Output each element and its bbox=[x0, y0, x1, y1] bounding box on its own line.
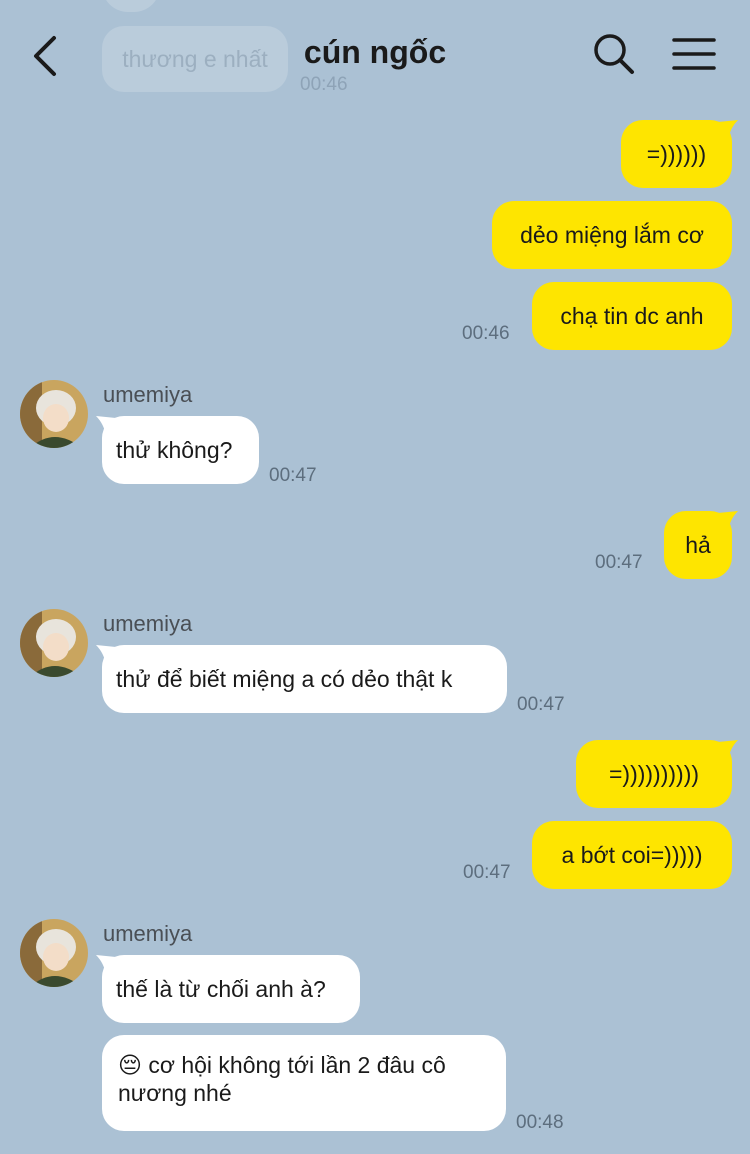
their-message-bubble[interactable]: thử để biết miệng a có dẻo thật k bbox=[102, 645, 507, 713]
their-message-bubble[interactable]: thử không? bbox=[102, 416, 259, 484]
bubble-tail bbox=[718, 740, 738, 760]
my-message-bubble[interactable]: chạ tin dc anh bbox=[532, 282, 732, 350]
hamburger-menu-icon bbox=[672, 38, 716, 70]
chevron-left-icon bbox=[34, 36, 56, 76]
message-timestamp: 00:47 bbox=[463, 862, 511, 883]
avatar[interactable] bbox=[20, 609, 88, 677]
message-timestamp: 00:48 bbox=[516, 1112, 564, 1133]
chat-header: cún ngốc bbox=[0, 0, 750, 110]
avatar[interactable] bbox=[20, 919, 88, 987]
my-message-bubble[interactable]: a bớt coi=))))) bbox=[532, 821, 732, 889]
their-message-bubble[interactable]: 😔 cơ hội không tới lần 2 đâu cô nương nh… bbox=[102, 1035, 506, 1131]
message-timestamp: 00:47 bbox=[517, 694, 565, 715]
my-message-bubble[interactable]: =)))))) bbox=[621, 120, 732, 188]
message-timestamp: 00:46 bbox=[462, 323, 510, 344]
my-message-bubble[interactable]: dẻo miệng lắm cơ bbox=[492, 201, 732, 269]
back-button[interactable] bbox=[24, 32, 68, 80]
menu-button[interactable] bbox=[670, 34, 718, 74]
sender-name: umemiya bbox=[103, 382, 193, 407]
message-timestamp: 00:47 bbox=[269, 465, 317, 486]
pensive-face-emoji: 😔 bbox=[118, 1052, 142, 1078]
their-message-bubble[interactable]: thế là từ chối anh à? bbox=[102, 955, 360, 1023]
search-button[interactable] bbox=[592, 32, 636, 76]
bubble-tail bbox=[718, 120, 738, 140]
bubble-tail bbox=[718, 511, 738, 531]
avatar[interactable] bbox=[20, 380, 88, 448]
chat-title: cún ngốc bbox=[303, 34, 447, 70]
my-message-bubble[interactable]: =)))))))))) bbox=[576, 740, 732, 808]
sender-name: umemiya bbox=[103, 921, 193, 946]
sender-name: umemiya bbox=[103, 611, 193, 636]
message-text: cơ hội không tới lần 2 đâu cô nương nhé bbox=[118, 1052, 446, 1106]
message-timestamp: 00:47 bbox=[595, 552, 643, 573]
search-icon bbox=[594, 34, 634, 74]
